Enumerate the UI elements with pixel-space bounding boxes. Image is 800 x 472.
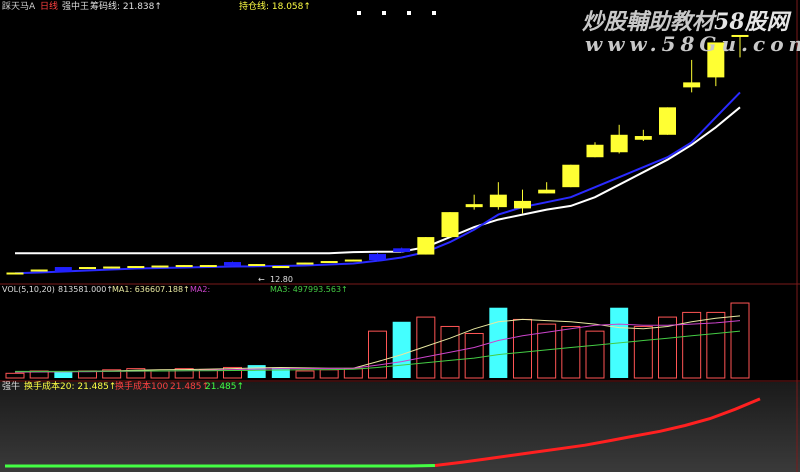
- volume-header-2: MA1: 636607.188↑: [112, 285, 190, 294]
- turnover-header-2: 换手成本100: [115, 380, 168, 392]
- turnover-header-0: 强牛: [2, 380, 20, 392]
- candle-up: [465, 204, 483, 208]
- volume-bar-down: [247, 365, 266, 378]
- top-marker: [432, 11, 436, 15]
- candle-down: [393, 248, 411, 253]
- top-marker: [357, 11, 361, 15]
- candle-up: [441, 212, 459, 238]
- candle-up: [127, 266, 145, 269]
- turnover-header-4: 21.485↑: [205, 382, 244, 392]
- low-price-label: 12.80: [270, 275, 293, 284]
- price-header-1: 日线: [40, 0, 58, 12]
- candle-up: [634, 136, 652, 140]
- turnover-header-1: 换手成本20: 21.485↑: [24, 380, 116, 392]
- candle-up: [199, 265, 217, 268]
- candle-up: [296, 262, 314, 265]
- candle-down: [224, 262, 241, 266]
- candle-down: [54, 267, 72, 273]
- candle-up: [562, 164, 580, 188]
- candle-up: [320, 261, 338, 264]
- volume-bar-down: [54, 372, 73, 378]
- candle-up: [151, 265, 169, 268]
- volume-bar-down: [489, 307, 508, 378]
- turnover-green-line: [5, 464, 436, 468]
- candle-up: [683, 82, 701, 88]
- price-header-3: 筹码线: 21.838↑: [90, 0, 162, 12]
- candle-up: [659, 107, 676, 135]
- top-marker: [382, 11, 386, 15]
- candle-up: [248, 264, 266, 267]
- candle-up: [175, 265, 193, 268]
- volume-bar-down: [392, 321, 411, 378]
- candle-down: [369, 254, 386, 261]
- volume-header-3: MA2:: [190, 285, 210, 294]
- candle-up: [272, 266, 290, 269]
- candle-up: [514, 200, 531, 209]
- candle-up: [538, 189, 556, 194]
- candle-up: [586, 144, 604, 158]
- volume-header-1: 813581.000↑: [58, 285, 113, 294]
- candle-up: [610, 134, 628, 153]
- price-header-2: 强中王: [62, 0, 89, 12]
- candle-up: [103, 266, 121, 269]
- stock-chart-canvas: 踩天马A 日线 强中王 筹码线: 21.838↑ 持仓线: 18.058↑ VO…: [0, 0, 800, 472]
- candle-up: [79, 267, 96, 270]
- candle-up: [417, 237, 435, 255]
- price-header-5: 持仓线: 18.058↑: [239, 0, 311, 12]
- candle-up: [6, 272, 24, 275]
- low-price-arrow: ←: [258, 275, 265, 284]
- watermark-url: www.58Gu.com: [585, 32, 800, 56]
- candle-up: [344, 259, 362, 262]
- candle-up: [30, 269, 48, 272]
- volume-header-4: MA3: 497993.563↑: [270, 285, 348, 294]
- turnover-header-3: 21.485↑: [170, 382, 209, 392]
- volume-header-0: VOL(5,10,20): [2, 285, 55, 294]
- top-marker: [407, 11, 411, 15]
- candle-up: [489, 194, 507, 208]
- price-header-0: 踩天马A: [2, 1, 36, 12]
